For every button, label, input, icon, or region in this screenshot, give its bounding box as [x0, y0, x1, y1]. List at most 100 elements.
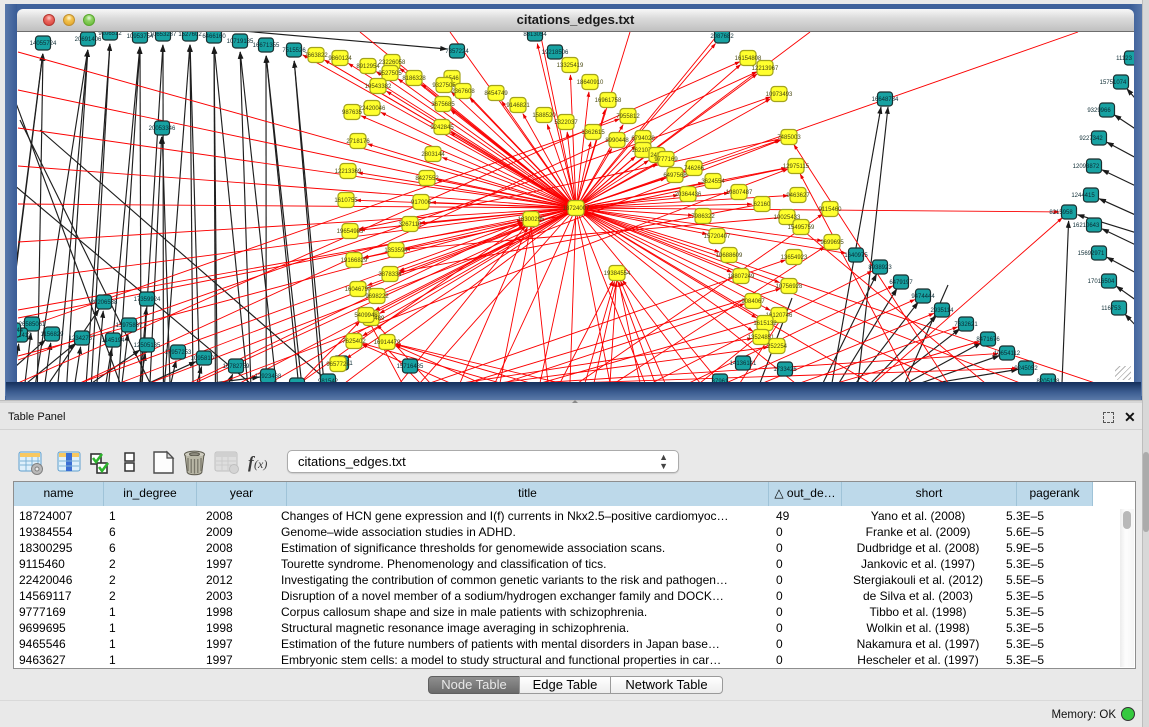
svg-text:7663822: 7663822: [304, 53, 328, 59]
svg-text:20691406: 20691406: [75, 37, 102, 43]
svg-text:12342757: 12342757: [69, 336, 96, 342]
svg-text:12923468: 12923468: [255, 374, 282, 380]
svg-text:7986322: 7986322: [691, 214, 715, 220]
svg-text:1527602: 1527602: [178, 32, 202, 38]
svg-text:19654983: 19654983: [337, 229, 364, 235]
svg-text:9227342: 9227342: [1079, 136, 1103, 142]
svg-text:9084067: 9084067: [741, 299, 765, 305]
svg-text:7485003: 7485003: [777, 135, 801, 141]
svg-text:17359924: 17359924: [134, 297, 161, 303]
svg-text:9146821: 9146821: [506, 103, 530, 109]
svg-text:12505135: 12505135: [134, 343, 161, 349]
svg-text:12213967: 12213967: [752, 66, 779, 72]
svg-text:10653287: 10653287: [150, 32, 177, 38]
svg-text:5322037: 5322037: [554, 120, 578, 126]
svg-text:5409948: 5409948: [354, 313, 378, 319]
svg-text:2935114: 2935114: [931, 308, 955, 314]
svg-text:9474444: 9474444: [911, 294, 935, 300]
svg-text:8912954: 8912954: [356, 64, 380, 70]
svg-text:1244415: 1244415: [1071, 193, 1095, 199]
svg-text:17016504: 17016504: [1088, 279, 1115, 285]
svg-text:6466160: 6466160: [202, 34, 226, 40]
svg-text:10688609: 10688609: [716, 253, 743, 259]
svg-text:16648784: 16648784: [872, 97, 899, 103]
svg-text:9860124: 9860124: [328, 56, 352, 62]
svg-text:917006: 917006: [411, 200, 432, 206]
svg-text:16961758: 16961758: [595, 98, 622, 104]
svg-text:16782759: 16782759: [223, 364, 250, 370]
svg-text:13654923: 13654923: [781, 255, 808, 261]
svg-text:87961: 87961: [712, 379, 729, 382]
svg-text:3878334: 3878334: [378, 272, 402, 278]
svg-text:62160: 62160: [754, 202, 771, 208]
svg-text:2087682: 2087682: [710, 34, 734, 40]
svg-text:8427552: 8427552: [415, 176, 439, 182]
svg-text:8454749: 8454749: [484, 91, 508, 97]
svg-text:20053346: 20053346: [149, 126, 176, 132]
svg-text:8471676: 8471676: [976, 337, 1000, 343]
svg-text:1362615: 1362615: [581, 130, 605, 136]
svg-text:9115460: 9115460: [819, 207, 843, 213]
svg-text:(x): (x): [254, 457, 267, 471]
svg-text:981542: 981542: [318, 379, 339, 382]
svg-text:9699695: 9699695: [820, 240, 844, 246]
svg-text:9206512: 9206512: [98, 32, 122, 37]
svg-text:15720407: 15720407: [704, 234, 731, 240]
svg-text:17957253: 17957253: [165, 350, 192, 356]
svg-text:13325419: 13325419: [557, 63, 584, 69]
svg-text:1733426: 1733426: [773, 367, 797, 373]
svg-text:10973493: 10973493: [766, 92, 793, 98]
svg-text:9657725: 9657725: [326, 362, 350, 368]
svg-text:10958107: 10958107: [191, 356, 218, 362]
svg-text:14055724: 14055724: [30, 41, 57, 47]
svg-text:15692971: 15692971: [1078, 251, 1105, 257]
svg-text:15716485: 15716485: [397, 364, 424, 370]
svg-text:1640975: 1640975: [844, 253, 868, 259]
svg-text:18724007: 18724007: [563, 206, 590, 212]
svg-text:6497568: 6497568: [663, 173, 687, 179]
svg-text:12093872: 12093872: [1073, 164, 1100, 170]
svg-text:8205118: 8205118: [1037, 379, 1061, 382]
svg-text:3267110: 3267110: [399, 222, 423, 228]
svg-text:9329966: 9329966: [1087, 108, 1111, 114]
svg-text:2367608: 2367608: [451, 89, 475, 95]
svg-text:10807487: 10807487: [726, 190, 753, 196]
svg-text:10719185: 10719185: [227, 39, 254, 45]
svg-text:10756928: 10756928: [776, 284, 803, 290]
svg-text:9245052: 9245052: [1014, 366, 1038, 372]
svg-text:116753: 116753: [1101, 306, 1121, 312]
svg-text:8938923: 8938923: [868, 265, 892, 271]
svg-text:746266: 746266: [684, 166, 705, 172]
svg-text:9777169: 9777169: [654, 157, 678, 163]
svg-text:16914479: 16914479: [374, 340, 401, 346]
svg-text:7515526: 7515526: [282, 48, 306, 54]
svg-text:1145194: 1145194: [102, 338, 126, 344]
svg-text:7955812: 7955812: [616, 114, 640, 120]
svg-text:16046798: 16046798: [345, 287, 372, 293]
svg-text:9698222: 9698222: [365, 294, 389, 300]
svg-text:753144: 753144: [17, 328, 24, 334]
svg-text:22420046: 22420046: [359, 106, 386, 112]
svg-text:8813054: 8813054: [523, 32, 547, 38]
svg-text:3675685: 3675685: [431, 102, 455, 108]
svg-text:1615132: 1615132: [753, 321, 777, 327]
svg-text:15751074: 15751074: [1100, 80, 1127, 86]
svg-text:20364436: 20364436: [675, 192, 702, 198]
svg-text:6794028: 6794028: [631, 136, 655, 142]
svg-text:15495759: 15495759: [788, 225, 815, 231]
svg-text:2718176: 2718176: [346, 139, 370, 145]
svg-text:1353594: 1353594: [384, 248, 408, 254]
svg-text:7625402: 7625402: [342, 339, 366, 345]
svg-text:10543382: 10543382: [365, 84, 392, 90]
svg-text:252254: 252254: [767, 344, 788, 350]
svg-text:7357224: 7357224: [445, 49, 469, 55]
svg-text:6479197: 6479197: [889, 280, 913, 286]
svg-text:16671355: 16671355: [253, 43, 280, 49]
svg-text:987635: 987635: [342, 110, 363, 116]
svg-text:18300295: 18300295: [518, 217, 545, 223]
svg-text:11123: 11123: [1116, 56, 1132, 62]
svg-text:3624554: 3624554: [701, 179, 725, 185]
svg-text:19166829: 19166829: [341, 258, 368, 264]
svg-text:18807249: 18807249: [728, 274, 755, 280]
svg-text:19384554: 19384554: [604, 271, 631, 277]
